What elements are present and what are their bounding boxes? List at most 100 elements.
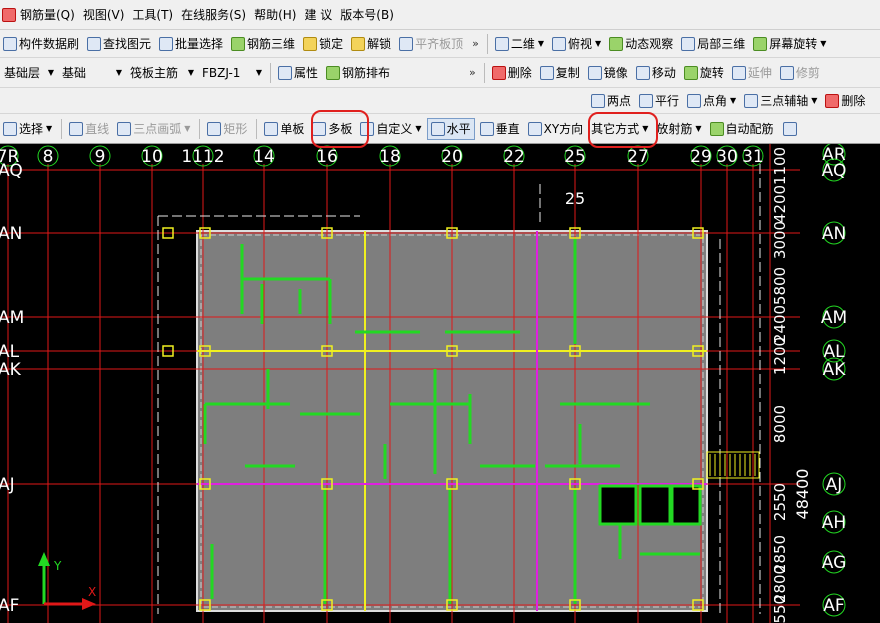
button-label: 解锁 [367, 37, 392, 51]
button-label: 放射筋 [656, 122, 693, 136]
chevron-down-icon: ▼ [811, 96, 818, 105]
align-top-icon [399, 36, 414, 51]
button-label: 三点画弧 [133, 122, 182, 136]
axis-label-right: AH [822, 513, 846, 533]
component-dropdown[interactable]: 筏板主筋 ▼ [126, 63, 198, 83]
button-label: 矩形 [223, 122, 248, 136]
tb2r-4-button[interactable]: 旋转 [681, 62, 727, 84]
toolbar-axis: 两点 平行 点角 ▼ 三点辅轴 ▼ 删除 [0, 88, 880, 114]
button-label: 修剪 [795, 66, 820, 80]
two-point-icon [591, 93, 605, 108]
axis-label-right: AM [821, 308, 847, 328]
tb1r-3-button[interactable]: 局部三维 [678, 33, 748, 55]
element-dropdown[interactable]: FBZJ-1 ▼ [198, 63, 266, 83]
floor-value: 基础层 [4, 66, 41, 80]
tb1l-5-button[interactable]: 解锁 [348, 33, 394, 55]
tb1r-0-button[interactable]: 二维 ▼ [492, 33, 547, 55]
category-dropdown[interactable]: 基础 ▼ [58, 63, 126, 83]
tb1l-2-button[interactable]: 批量选择 [156, 33, 226, 55]
tb2r-0-button[interactable]: 删除 [489, 62, 535, 84]
separator [270, 62, 271, 83]
tb4-2-button[interactable]: 三点画弧 ▼ [114, 118, 193, 140]
cursor-icon [3, 121, 17, 136]
annotation-single-slab [311, 110, 369, 148]
tb1l-4-button[interactable]: 锁定 [300, 33, 346, 55]
line-icon [69, 121, 84, 136]
tb3-3-button[interactable]: 三点辅轴 ▼ [741, 90, 820, 112]
floor-dropdown[interactable]: 基础层 ▼ [0, 63, 58, 83]
top-view-icon [552, 36, 567, 51]
tb4-3-button[interactable]: 矩形 [204, 118, 250, 140]
axis-label-top: 22 [503, 147, 525, 167]
button-label: 镜像 [603, 66, 628, 80]
axis-label-left: AJ [0, 475, 15, 495]
tb4-11-button[interactable]: 放射筋 ▼ [653, 118, 704, 140]
tb3-1-button[interactable]: 平行 [636, 90, 682, 112]
horizontal-icon [430, 121, 445, 136]
tb2r-1-button[interactable]: 复制 [537, 62, 583, 84]
pit-box [638, 484, 672, 526]
button-label: 三点辅轴 [760, 94, 809, 108]
chevron-down-icon: ▼ [115, 68, 122, 77]
axis-label-right: AG [822, 553, 847, 573]
tb1r-2-button[interactable]: 动态观察 [606, 33, 676, 55]
delete-icon [491, 65, 506, 80]
tb1r-1-button[interactable]: 俯视 ▼ [549, 33, 604, 55]
menu-item-3[interactable]: 在线服务(S) [177, 6, 250, 23]
axis-label-top: 8 [43, 147, 54, 167]
x-axis-label: X [88, 585, 96, 599]
screen-rotate-icon [753, 36, 768, 51]
drawing-canvas[interactable]: 7R 8 9 10 1112 14 16 18 20 22 25 27 29 30 31 25 AQ AN AM AL… [0, 142, 880, 623]
tb4-0-button[interactable]: 选择 ▼ [0, 118, 55, 140]
axis-label-top: 29 [690, 147, 712, 167]
tb4-12-button[interactable]: 自动配筋 [707, 118, 777, 140]
chevron-down-icon: ▼ [184, 124, 191, 133]
tb1r-4-button[interactable]: 屏幕旋转 ▼ [750, 33, 829, 55]
rebar-3d-icon [231, 36, 246, 51]
more-chevron-icon[interactable]: » [465, 66, 480, 79]
button-label: 钢筋三维 [247, 37, 296, 51]
batch-select-icon [159, 36, 174, 51]
axis-label-top: 9 [95, 147, 106, 167]
button-label: 平齐板顶 [415, 37, 464, 51]
menu-item-4[interactable]: 帮助(H) [250, 6, 300, 23]
tb2b-1-button[interactable]: 钢筋排布 [323, 62, 393, 84]
menu-item-5[interactable]: 建 议 [300, 6, 336, 23]
axis-label-top: 27 [627, 147, 649, 167]
menu-item-0[interactable]: 钢筋量(Q) [16, 6, 79, 23]
tb2r-6-button[interactable]: 修剪 [777, 62, 823, 84]
dimension-text: 5800 [771, 267, 789, 305]
tb2b-0-button[interactable]: 属性 [275, 62, 321, 84]
move-icon [635, 65, 650, 80]
tb4-4-button[interactable]: 单板 [261, 118, 307, 140]
tb4-1-button[interactable]: 直线 [66, 118, 112, 140]
button-label: 动态观察 [625, 37, 674, 51]
dimension-text: 1100 [771, 147, 789, 185]
tb1l-0-button[interactable]: 构件数据刷 [0, 33, 82, 55]
tb2r-2-button[interactable]: 镜像 [585, 62, 631, 84]
tb3-4-button[interactable]: 删除 [822, 90, 868, 112]
tb3-2-button[interactable]: 点角 ▼ [684, 90, 739, 112]
tb1l-6-button[interactable]: 平齐板顶 [396, 33, 466, 55]
tb4-8-button[interactable]: 垂直 [477, 118, 523, 140]
button-label: 点角 [703, 94, 728, 108]
menu-item-6[interactable]: 版本号(B) [336, 6, 398, 23]
dimension-text: 3000 [771, 221, 789, 259]
tb1l-3-button[interactable]: 钢筋三维 [228, 33, 298, 55]
tb1l-1-button[interactable]: 查找图元 [84, 33, 154, 55]
menu-item-2[interactable]: 工具(T) [128, 6, 177, 23]
panel-toggle-icon[interactable] [782, 121, 797, 136]
axis-label-top: 1112 [181, 147, 224, 167]
tb2r-3-button[interactable]: 移动 [633, 62, 679, 84]
more-chevron-icon[interactable]: » [468, 37, 483, 50]
axis-label-top: 25 [564, 147, 586, 167]
tb3-0-button[interactable]: 两点 [588, 90, 634, 112]
tb4-7-button[interactable]: 水平 [426, 117, 475, 140]
component-value: 筏板主筋 [130, 66, 179, 80]
button-label: 屏幕旋转 [769, 37, 818, 51]
chevron-down-icon: ▼ [415, 124, 422, 133]
menu-item-1[interactable]: 视图(V) [79, 6, 129, 23]
dimension-text: 4200 [771, 185, 789, 223]
tb2r-5-button[interactable]: 延伸 [729, 62, 775, 84]
tb4-9-button[interactable]: XY方向 [525, 118, 587, 140]
